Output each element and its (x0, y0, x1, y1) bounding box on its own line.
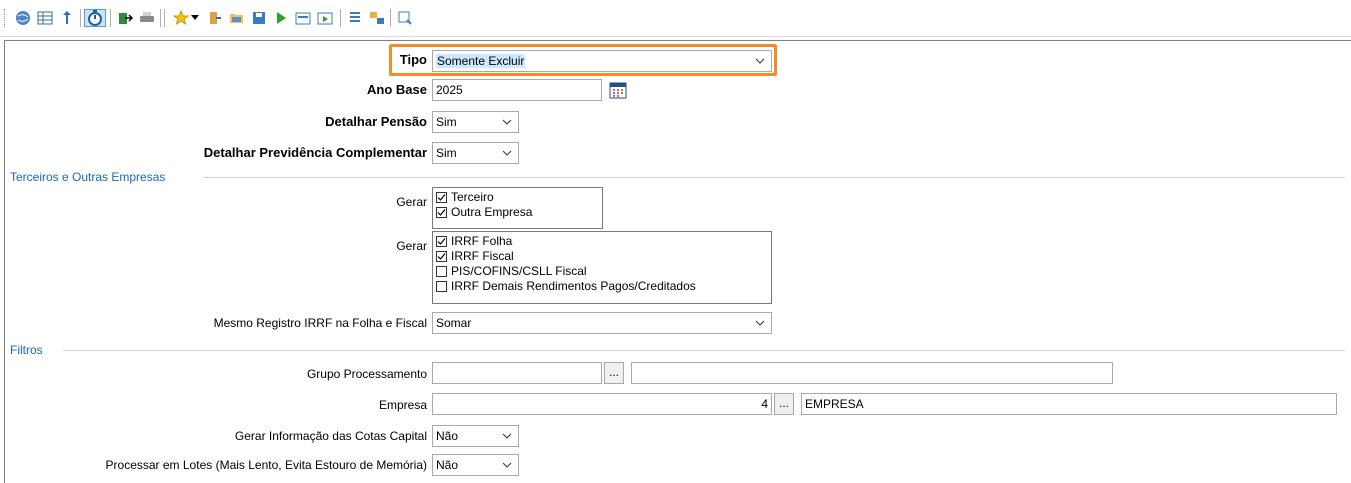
checkbox-pis-cofins[interactable]: PIS/COFINS/CSLL Fiscal (436, 264, 768, 279)
exit-icon[interactable] (206, 9, 224, 27)
gerar-terceiros-list: Terceiro Outra Empresa (432, 187, 603, 229)
processar-lotes-value: Não (436, 458, 459, 472)
export-icon[interactable] (116, 9, 134, 27)
section-terceiros-title: Terceiros e Outras Empresas (10, 170, 166, 184)
gerar-irrf-list: IRRF Folha IRRF Fiscal PIS/COFINS/CSLL F… (432, 231, 772, 304)
chevron-down-icon[interactable] (501, 143, 513, 163)
folder-open-icon[interactable] (228, 9, 246, 27)
checkbox-irrf-demais[interactable]: IRRF Demais Rendimentos Pagos/Creditados (436, 279, 768, 294)
section-terceiros: Terceiros e Outras Empresas (10, 169, 1345, 185)
detalhar-pensao-label: Detalhar Pensão (325, 114, 427, 129)
checkbox-irrf-fiscal[interactable]: IRRF Fiscal (436, 249, 768, 264)
mesmo-registro-value: Somar (436, 316, 472, 330)
checkbox-pis-cofins-label: PIS/COFINS/CSLL Fiscal (451, 264, 587, 278)
ano-base-label: Ano Base (367, 82, 427, 97)
globe-icon[interactable] (14, 9, 32, 27)
detalhar-pensao-select[interactable]: Sim (432, 111, 519, 133)
ano-base-input[interactable]: 2025 (432, 79, 602, 101)
tipo-value: Somente Excluir (436, 54, 526, 68)
chevron-down-icon[interactable] (754, 313, 766, 333)
zoom-icon[interactable] (396, 9, 414, 27)
empresa-lookup-button[interactable]: ... (774, 393, 794, 415)
cotas-capital-select[interactable]: Não (432, 425, 519, 447)
info-icon[interactable] (58, 9, 76, 27)
checkbox-terceiro-label: Terceiro (451, 190, 494, 204)
toolbar (0, 0, 1351, 37)
detalhar-previdencia-select[interactable]: Sim (432, 142, 519, 164)
chevron-down-icon[interactable] (501, 455, 513, 475)
checkbox-terceiro[interactable]: Terceiro (436, 190, 599, 205)
empresa-label: Empresa (378, 398, 427, 412)
star-icon[interactable] (172, 9, 190, 27)
grupo-processamento-code[interactable] (432, 362, 602, 384)
processar-lotes-label: Processar em Lotes (Mais Lento, Evita Es… (105, 458, 427, 472)
section-filtros-title: Filtros (10, 343, 43, 357)
gerar-irrf-label: Gerar (396, 239, 427, 253)
tipo-label: Tipo (399, 52, 427, 67)
dropdown-icon[interactable] (190, 9, 200, 27)
save-icon[interactable] (250, 9, 268, 27)
grid-icon[interactable] (36, 9, 54, 27)
checkbox-irrf-demais-label: IRRF Demais Rendimentos Pagos/Creditados (451, 279, 696, 293)
calendar-icon[interactable] (609, 81, 627, 99)
detalhar-previdencia-label: Detalhar Previdência Complementar (203, 145, 427, 160)
chevron-down-icon[interactable] (501, 112, 513, 132)
cotas-capital-label: Gerar Informação das Cotas Capital (234, 429, 427, 443)
form-icon[interactable] (294, 9, 312, 27)
play-icon[interactable] (272, 9, 290, 27)
processar-lotes-select[interactable]: Não (432, 454, 519, 476)
empresa-desc[interactable]: EMPRESA (801, 393, 1337, 415)
chevron-down-icon[interactable] (754, 51, 766, 71)
mesmo-registro-select[interactable]: Somar (432, 312, 772, 334)
checkbox-outra-empresa[interactable]: Outra Empresa (436, 205, 599, 220)
grupo-lookup-button[interactable]: ... (604, 362, 624, 384)
gerar-terceiros-label: Gerar (396, 195, 427, 209)
empresa-code[interactable]: 4 (432, 393, 772, 415)
detalhar-previdencia-value: Sim (436, 146, 457, 160)
toolbar-grip[interactable] (4, 9, 7, 27)
checkbox-outra-empresa-label: Outra Empresa (451, 205, 533, 219)
grupo-processamento-desc[interactable] (631, 362, 1113, 384)
form-exec-icon[interactable] (316, 9, 334, 27)
transfer-icon[interactable] (368, 9, 386, 27)
checkbox-irrf-folha[interactable]: IRRF Folha (436, 234, 768, 249)
list-icon[interactable] (346, 9, 364, 27)
print-icon[interactable] (138, 9, 156, 27)
cotas-capital-value: Não (436, 429, 459, 443)
stopwatch-icon[interactable] (84, 9, 106, 27)
checkbox-irrf-folha-label: IRRF Folha (451, 234, 513, 248)
checkbox-irrf-fiscal-label: IRRF Fiscal (451, 249, 514, 263)
grupo-processamento-label: Grupo Processamento (306, 367, 427, 381)
mesmo-registro-label: Mesmo Registro IRRF na Folha e Fiscal (213, 316, 427, 330)
detalhar-pensao-value: Sim (436, 115, 457, 129)
section-filtros: Filtros (10, 342, 1345, 358)
chevron-down-icon[interactable] (501, 426, 513, 446)
tipo-select[interactable]: Somente Excluir (432, 50, 772, 72)
